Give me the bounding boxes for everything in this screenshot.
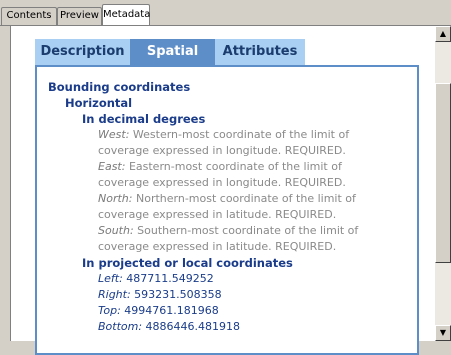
scroll-up-button[interactable]: ▲: [435, 26, 451, 42]
east-text-line1: Eastern-most coordinate of the limit of: [125, 160, 342, 173]
tab-metadata-label: Metadata: [103, 9, 151, 20]
top-coordinate: Top: 4994761.181968: [48, 303, 408, 319]
bottom-key: Bottom:: [98, 320, 143, 333]
scroll-thumb[interactable]: [435, 83, 451, 263]
vertical-scrollbar[interactable]: ▲ ▼: [435, 26, 451, 341]
tab-attributes[interactable]: Attributes: [215, 39, 305, 65]
tab-description-label: Description: [40, 44, 125, 59]
east-definition: East: Eastern-most coordinate of the lim…: [48, 159, 408, 175]
bounding-coordinates-heading: Bounding coordinates: [48, 80, 191, 94]
tab-preview-label: Preview: [60, 10, 99, 21]
up-arrow-icon: ▲: [439, 29, 447, 38]
south-text-line1: Southern-most coordinate of the limit of: [133, 224, 359, 237]
north-text-line2: coverage expressed in latitude. REQUIRED…: [98, 208, 337, 221]
top-key: Top:: [98, 304, 121, 317]
scroll-down-button[interactable]: ▼: [435, 325, 451, 341]
north-definition: North: Northern-most coordinate of the l…: [48, 191, 408, 207]
south-key: South:: [98, 224, 134, 237]
north-text-line1: Northern-most coordinate of the limit of: [132, 192, 356, 205]
tab-spatial[interactable]: Spatial: [130, 39, 215, 65]
top-value: 4994761.181968: [120, 304, 219, 317]
west-text-line1: Western-most coordinate of the limit of: [129, 128, 350, 141]
projected-coordinates-heading: In projected or local coordinates: [82, 256, 293, 270]
south-text-line2: coverage expressed in latitude. REQUIRED…: [98, 240, 337, 253]
right-key: Right:: [98, 288, 131, 301]
tab-attributes-label: Attributes: [222, 44, 298, 59]
tab-spatial-label: Spatial: [146, 44, 199, 59]
left-key: Left:: [98, 272, 123, 285]
left-coordinate: Left: 487711.549252: [48, 271, 408, 287]
east-key: East:: [98, 160, 126, 173]
spatial-panel: Bounding coordinates Horizontal In decim…: [35, 65, 419, 355]
right-coordinate: Right: 593231.508358: [48, 287, 408, 303]
right-value: 593231.508358: [130, 288, 222, 301]
tab-contents-label: Contents: [6, 10, 52, 21]
horizontal-heading: Horizontal: [65, 96, 133, 110]
left-value: 487711.549252: [122, 272, 214, 285]
tab-contents[interactable]: Contents: [1, 7, 57, 25]
north-key: North:: [98, 192, 133, 205]
decimal-degrees-heading: In decimal degrees: [82, 112, 206, 126]
down-arrow-icon: ▼: [439, 328, 447, 337]
spatial-content: Bounding coordinates Horizontal In decim…: [48, 79, 408, 335]
west-text-line2: coverage expressed in longitude. REQUIRE…: [98, 144, 346, 157]
west-definition: West: Western-most coordinate of the lim…: [48, 127, 408, 143]
tab-description[interactable]: Description: [35, 39, 130, 65]
west-key: West:: [98, 128, 130, 141]
east-text-line2: coverage expressed in longitude. REQUIRE…: [98, 176, 346, 189]
window-tab-strip: Contents Preview Metadata: [0, 0, 451, 27]
metadata-viewer: Description Spatial Attributes Bounding …: [10, 26, 451, 355]
bottom-value: 4886446.481918: [142, 320, 241, 333]
bottom-coordinate: Bottom: 4886446.481918: [48, 319, 408, 335]
tab-preview[interactable]: Preview: [57, 7, 102, 25]
tab-metadata[interactable]: Metadata: [102, 4, 150, 27]
south-definition: South: Southern-most coordinate of the l…: [48, 223, 408, 239]
